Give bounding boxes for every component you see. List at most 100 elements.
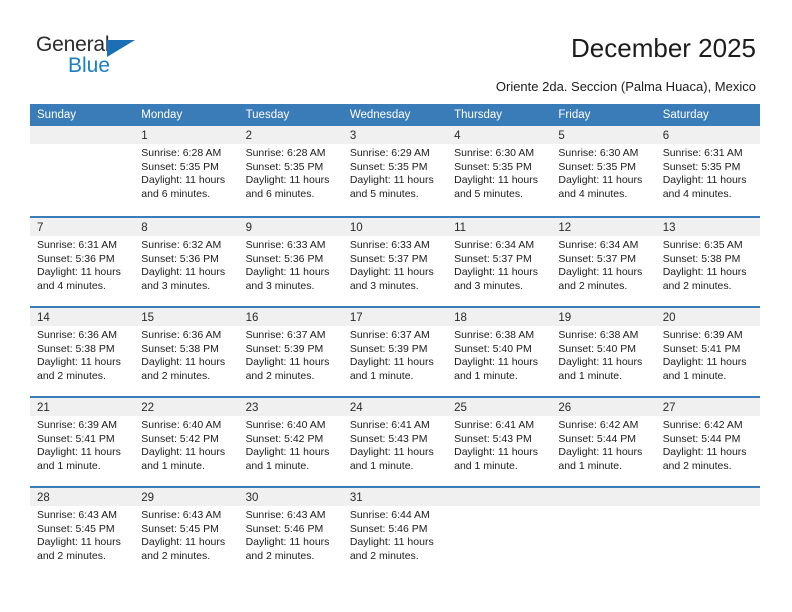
day-detail-line: Sunset: 5:41 PM: [662, 342, 741, 355]
calendar-day-cell[interactable]: 5 Sunrise: 6:30 AM Sunset: 5:35 PM Daylight…: [551, 126, 656, 216]
day-detail-line: Sunrise: 6:40 AM: [141, 419, 222, 431]
day-number-band: 1: [134, 126, 239, 144]
day-number-band: [551, 488, 656, 506]
day-detail-line: and 3 minutes.: [349, 279, 419, 292]
day-detail-line: Sunset: 5:37 PM: [558, 252, 637, 265]
page-header: General Blue December 2025 Oriente 2da. …: [0, 0, 792, 100]
day-detail-line: Sunrise: 6:35 AM: [662, 239, 743, 251]
calendar-day-cell[interactable]: 11 Sunrise: 6:34 AM Sunset: 5:37 PM Dayligh…: [447, 218, 552, 306]
day-details: Sunrise: 6:34 AM Sunset: 5:37 PM Daylight:…: [447, 236, 551, 293]
day-detail-line: and 1 minute.: [454, 459, 518, 472]
day-detail-line: Sunset: 5:44 PM: [558, 432, 637, 445]
page-subtitle: Oriente 2da. Seccion (Palma Huaca), Mexi…: [495, 79, 756, 94]
calendar-day-cell[interactable]: 9 Sunrise: 6:33 AM Sunset: 5:36 PM Daylight…: [238, 218, 343, 306]
calendar-day-cell[interactable]: 13 Sunrise: 6:35 AM Sunset: 5:38 PM Dayligh…: [655, 218, 760, 306]
calendar-day-cell[interactable]: 4 Sunrise: 6:30 AM Sunset: 5:35 PM Daylight…: [447, 126, 552, 216]
day-number-band: 8: [134, 218, 239, 236]
day-number: 6: [662, 130, 670, 142]
day-detail-line: and 6 minutes.: [245, 187, 315, 200]
calendar-day-cell[interactable]: 30 Sunrise: 6:43 AM Sunset: 5:46 PM Dayligh…: [238, 488, 343, 576]
day-detail-line: Sunrise: 6:39 AM: [37, 419, 117, 431]
calendar-day-cell[interactable]: 7 Sunrise: 6:31 AM Sunset: 5:36 PM Daylight…: [30, 218, 135, 306]
day-detail-line: Daylight: 11 hours: [141, 446, 226, 459]
calendar-day-cell[interactable]: 22 Sunrise: 6:40 AM Sunset: 5:42 PM Dayligh…: [134, 398, 239, 486]
day-detail-line: Sunset: 5:39 PM: [245, 342, 324, 355]
calendar-day-cell[interactable]: 27 Sunrise: 6:42 AM Sunset: 5:44 PM Dayligh…: [655, 398, 760, 486]
calendar-day-cell[interactable]: 10 Sunrise: 6:33 AM Sunset: 5:37 PM Dayligh…: [342, 218, 448, 306]
calendar-day-cell[interactable]: 21 Sunrise: 6:39 AM Sunset: 5:41 PM Dayligh…: [30, 398, 135, 486]
day-detail-line: Sunrise: 6:43 AM: [141, 509, 222, 521]
day-details: Sunrise: 6:32 AM Sunset: 5:36 PM Daylight:…: [134, 236, 238, 293]
day-detail-line: Sunset: 5:35 PM: [349, 160, 428, 173]
calendar-day-cell[interactable]: 29 Sunrise: 6:43 AM Sunset: 5:45 PM Dayligh…: [134, 488, 239, 576]
day-number: 9: [245, 222, 252, 234]
day-details: Sunrise: 6:31 AM Sunset: 5:36 PM Daylight:…: [30, 236, 134, 293]
day-number-band: 29: [134, 488, 239, 506]
day-number-band: 13: [655, 218, 760, 236]
day-number-band: 16: [238, 308, 343, 326]
calendar-day-cell[interactable]: 23 Sunrise: 6:40 AM Sunset: 5:42 PM Dayligh…: [238, 398, 343, 486]
calendar-day-cell[interactable]: 20 Sunrise: 6:39 AM Sunset: 5:41 PM Dayligh…: [655, 308, 760, 396]
calendar-day-cell[interactable]: 18 Sunrise: 6:38 AM Sunset: 5:40 PM Dayligh…: [447, 308, 552, 396]
day-detail-line: Sunset: 5:35 PM: [662, 160, 741, 173]
calendar-day-cell[interactable]: 17 Sunrise: 6:37 AM Sunset: 5:39 PM Dayligh…: [342, 308, 448, 396]
day-number: 18: [454, 312, 467, 324]
day-detail-line: and 2 minutes.: [37, 549, 106, 562]
calendar-day-cell[interactable]: 6 Sunrise: 6:31 AM Sunset: 5:35 PM Daylight…: [655, 126, 760, 216]
calendar-day-cell[interactable]: 26 Sunrise: 6:42 AM Sunset: 5:44 PM Dayligh…: [551, 398, 656, 486]
day-detail-line: and 2 minutes.: [245, 549, 315, 562]
calendar-day-cell[interactable]: 28 Sunrise: 6:43 AM Sunset: 5:45 PM Dayligh…: [30, 488, 135, 576]
day-number: 17: [349, 312, 363, 324]
day-detail-line: Daylight: 11 hours: [349, 446, 434, 459]
day-number-band: [447, 488, 552, 506]
day-detail-line: Sunset: 5:36 PM: [37, 252, 115, 265]
day-details: Sunrise: 6:42 AM Sunset: 5:44 PM Daylight:…: [551, 416, 655, 473]
weekday-header-row: Sunday Monday Tuesday Wednesday Thursday Frid…: [30, 104, 760, 126]
day-detail-line: Sunrise: 6:33 AM: [349, 239, 430, 251]
day-detail-line: and 3 minutes.: [245, 279, 315, 292]
day-detail-line: Sunrise: 6:43 AM: [37, 509, 117, 521]
day-number: 22: [141, 402, 155, 414]
day-detail-line: Daylight: 11 hours: [245, 536, 330, 549]
day-detail-line: Daylight: 11 hours: [454, 446, 538, 459]
calendar-day-cell[interactable]: 16 Sunrise: 6:37 AM Sunset: 5:39 PM Dayligh…: [238, 308, 343, 396]
calendar-day-cell[interactable]: 3 Sunrise: 6:29 AM Sunset: 5:35 PM Daylight…: [342, 126, 448, 216]
calendar-day-cell[interactable]: 31 Sunrise: 6:44 AM Sunset: 5:46 PM Dayligh…: [342, 488, 448, 576]
day-details: Sunrise: 6:28 AM Sunset: 5:35 PM Daylight:…: [239, 144, 343, 201]
day-detail-line: Sunrise: 6:31 AM: [37, 239, 117, 251]
logo-triangle-icon: [107, 40, 135, 57]
day-detail-line: and 1 minute.: [245, 459, 310, 472]
day-detail-line: Daylight: 11 hours: [454, 266, 538, 279]
day-detail-line: Sunrise: 6:31 AM: [662, 147, 743, 159]
calendar-day-cell[interactable]: 1 Sunrise: 6:28 AM Sunset: 5:35 PM Daylight…: [134, 126, 239, 216]
day-detail-line: Daylight: 11 hours: [141, 356, 226, 369]
calendar-day-cell[interactable]: 12 Sunrise: 6:34 AM Sunset: 5:37 PM Dayligh…: [551, 218, 656, 306]
day-detail-line: Sunrise: 6:43 AM: [245, 509, 326, 521]
calendar-day-cell[interactable]: 15 Sunrise: 6:36 AM Sunset: 5:38 PM Dayligh…: [134, 308, 239, 396]
day-detail-line: and 2 minutes.: [141, 549, 211, 562]
calendar-day-cell[interactable]: 8 Sunrise: 6:32 AM Sunset: 5:36 PM Daylight…: [134, 218, 239, 306]
day-detail-line: Daylight: 11 hours: [662, 174, 747, 187]
day-detail-line: Daylight: 11 hours: [558, 446, 643, 459]
day-detail-line: Sunset: 5:40 PM: [454, 342, 532, 355]
day-number: 23: [245, 402, 259, 414]
calendar-day-cell[interactable]: 19 Sunrise: 6:38 AM Sunset: 5:40 PM Dayligh…: [551, 308, 656, 396]
day-detail-line: Sunrise: 6:44 AM: [349, 509, 430, 521]
general-blue-logo[interactable]: General Blue: [36, 34, 216, 88]
day-detail-line: Sunset: 5:35 PM: [245, 160, 324, 173]
calendar-day-cell[interactable]: 14 Sunrise: 6:36 AM Sunset: 5:38 PM Dayligh…: [30, 308, 135, 396]
day-detail-line: and 1 minute.: [349, 459, 414, 472]
calendar-day-cell[interactable]: 2 Sunrise: 6:28 AM Sunset: 5:35 PM Daylight…: [238, 126, 343, 216]
day-number: 5: [558, 130, 565, 142]
calendar-day-cell[interactable]: 25 Sunrise: 6:41 AM Sunset: 5:43 PM Dayligh…: [447, 398, 552, 486]
calendar-day-cell[interactable]: 24 Sunrise: 6:41 AM Sunset: 5:43 PM Dayligh…: [342, 398, 448, 486]
day-detail-line: Sunrise: 6:36 AM: [141, 329, 222, 341]
day-detail-line: Daylight: 11 hours: [141, 266, 226, 279]
day-detail-line: Sunset: 5:46 PM: [245, 522, 324, 535]
day-detail-line: Sunset: 5:39 PM: [349, 342, 428, 355]
day-detail-line: Sunrise: 6:41 AM: [349, 419, 430, 431]
day-number: 3: [349, 130, 357, 142]
day-detail-line: and 2 minutes.: [662, 459, 732, 472]
day-detail-line: Sunset: 5:37 PM: [349, 252, 428, 265]
day-detail-line: Daylight: 11 hours: [141, 536, 226, 549]
